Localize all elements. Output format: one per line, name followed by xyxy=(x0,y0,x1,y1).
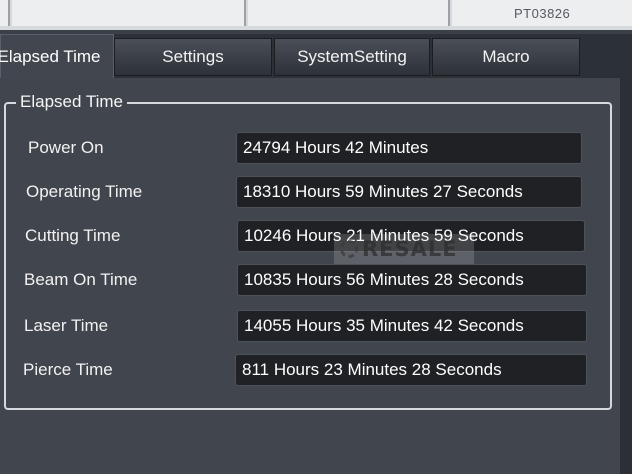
tab-label: Macro xyxy=(482,47,530,66)
beam-on-time-label: Beam On Time xyxy=(24,270,138,289)
device-id: PT03826 xyxy=(514,6,571,21)
operating-time-label: Operating Time xyxy=(26,182,143,201)
pierce-time-value: 811 Hours 23 Minutes 28 Seconds xyxy=(235,354,587,386)
tab-system-setting[interactable]: SystemSetting xyxy=(274,38,430,76)
operating-time-value: 18310 Hours 59 Minutes 27 Seconds xyxy=(236,176,582,208)
top-status-bar: PT03826 xyxy=(0,0,632,30)
laser-time-label: Laser Time xyxy=(24,316,109,335)
watermark-text: RESALE xyxy=(362,237,458,261)
top-cell xyxy=(12,0,246,26)
tab-macro[interactable]: Macro xyxy=(432,38,580,76)
row-laser-time: Laser Time 14055 Hours 35 Minutes 42 Sec… xyxy=(6,310,610,344)
laser-time-value: 14055 Hours 35 Minutes 42 Seconds xyxy=(237,310,587,342)
beam-on-time-value: 10835 Hours 56 Minutes 28 Seconds xyxy=(237,264,587,296)
resale-watermark: RESALE xyxy=(334,234,474,264)
top-cell xyxy=(0,0,10,26)
elapsed-time-group: Elapsed Time Power On 24794 Hours 42 Min… xyxy=(4,92,612,410)
gear-icon xyxy=(340,240,358,258)
tab-bar: Elapsed Time Settings SystemSetting Macr… xyxy=(0,34,632,78)
pierce-time-label: Pierce Time xyxy=(23,360,113,379)
tab-label: Settings xyxy=(162,47,224,66)
row-beam-on-time: Beam On Time 10835 Hours 56 Minutes 28 S… xyxy=(6,264,610,298)
power-on-value: 24794 Hours 42 Minutes xyxy=(236,132,582,164)
tab-settings[interactable]: Settings xyxy=(114,38,272,76)
tab-label: Elapsed Time xyxy=(0,46,101,66)
row-operating-time: Operating Time 18310 Hours 59 Minutes 27… xyxy=(6,176,610,210)
elapsed-time-panel: Elapsed Time Power On 24794 Hours 42 Min… xyxy=(0,78,632,474)
right-edge xyxy=(620,78,632,474)
row-pierce-time: Pierce Time 811 Hours 23 Minutes 28 Seco… xyxy=(6,354,610,388)
tab-elapsed-time[interactable]: Elapsed Time xyxy=(0,34,114,78)
row-cutting-time: Cutting Time 10246 Hours 21 Minutes 59 S… xyxy=(6,220,610,254)
row-power-on: Power On 24794 Hours 42 Minutes xyxy=(6,132,610,166)
power-on-label: Power On xyxy=(28,138,104,157)
group-title: Elapsed Time xyxy=(16,92,127,112)
cutting-time-label: Cutting Time xyxy=(25,226,121,245)
tab-label: SystemSetting xyxy=(297,47,407,66)
top-cell xyxy=(248,0,450,26)
